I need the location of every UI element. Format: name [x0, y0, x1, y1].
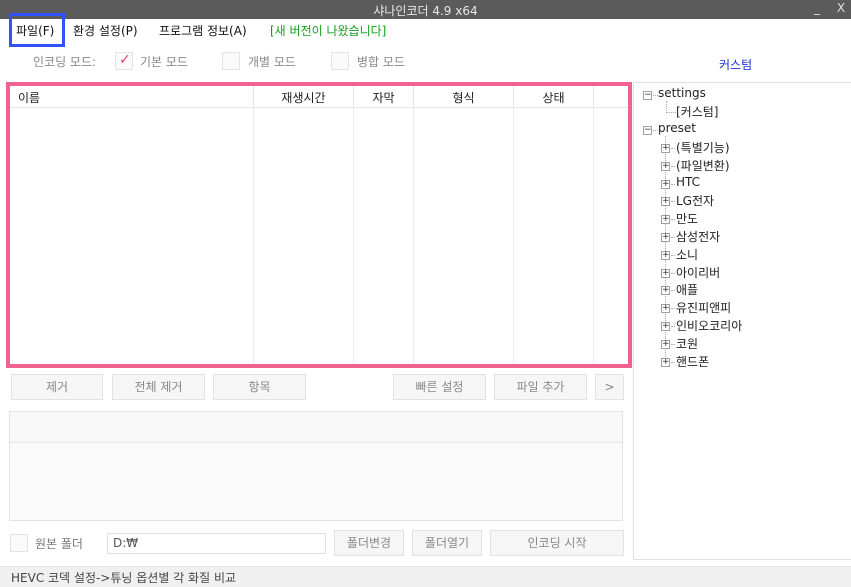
- tree-node-preset-item[interactable]: 애플: [676, 281, 698, 298]
- tree-node-preset-item[interactable]: 인비오코리아: [676, 317, 742, 334]
- merge-mode-checkbox[interactable]: [331, 52, 349, 70]
- column-body-name: [10, 108, 254, 364]
- custom-link[interactable]: 커스텀: [719, 56, 752, 73]
- tree-connector: [671, 201, 675, 203]
- menu-program-info[interactable]: 프로그램 정보(A): [159, 22, 247, 40]
- column-body-subtitle: [354, 108, 414, 364]
- output-path-field[interactable]: D:₩: [107, 533, 326, 554]
- tree-node-preset-item[interactable]: (파일변환): [676, 157, 730, 174]
- quick-settings-button[interactable]: 빠른 설정: [393, 374, 486, 400]
- menu-file[interactable]: 파일(F): [9, 13, 65, 47]
- expand-icon[interactable]: +: [661, 268, 670, 278]
- menu-file-label: 파일(F): [16, 24, 55, 38]
- expand-icon[interactable]: +: [661, 339, 670, 349]
- add-file-button[interactable]: 파일 추가: [494, 374, 587, 400]
- title-bar: 샤나인코더 4.9 x64 _ X: [0, 0, 851, 19]
- expand-icon[interactable]: +: [661, 357, 670, 367]
- preset-tree[interactable]: − settings [커스텀] − preset + (특별기능) + (파일변환)…: [633, 82, 851, 560]
- individual-mode-label: 개별 모드: [248, 55, 296, 69]
- items-button[interactable]: 항목: [213, 374, 306, 400]
- tree-node-settings[interactable]: settings: [658, 86, 706, 100]
- close-button[interactable]: X: [832, 1, 850, 17]
- progress-bar: [10, 412, 622, 443]
- collapse-icon[interactable]: −: [643, 126, 652, 135]
- individual-mode-checkbox[interactable]: [222, 52, 240, 70]
- merge-mode-label: 병합 모드: [357, 55, 405, 69]
- remove-button[interactable]: 제거: [11, 374, 103, 400]
- expand-icon[interactable]: +: [661, 215, 670, 225]
- tree-connector: [671, 272, 675, 274]
- tree-node-preset-item[interactable]: LG전자: [676, 192, 714, 209]
- tree-connector: [671, 290, 675, 292]
- status-text: HEVC 코덱 설정->튜닝 옵션별 각 화질 비교: [11, 571, 237, 585]
- log-area: [9, 411, 623, 521]
- expand-icon[interactable]: +: [661, 179, 670, 189]
- tree-connector: [671, 183, 675, 185]
- menu-environment-settings[interactable]: 환경 설정(P): [73, 22, 138, 40]
- basic-mode-label: 기본 모드: [140, 55, 188, 69]
- menu-bar: 환경 설정(P) 프로그램 정보(A) [새 버전이 나왔습니다]: [0, 19, 851, 43]
- tree-connector: [671, 361, 675, 363]
- column-header-format[interactable]: 형식: [414, 86, 514, 108]
- expand-icon[interactable]: +: [661, 197, 670, 207]
- tree-connector: [671, 326, 675, 327]
- expand-icon[interactable]: +: [661, 286, 670, 296]
- column-body-duration: [254, 108, 354, 364]
- column-header-subtitle[interactable]: 자막: [354, 86, 414, 108]
- change-folder-button[interactable]: 폴더변경: [334, 530, 404, 556]
- basic-mode-checkbox[interactable]: [115, 52, 133, 70]
- tree-node-preset-item[interactable]: 아이리버: [676, 264, 720, 281]
- tree-connector: [671, 343, 675, 345]
- source-folder-label: 원본 폴더: [35, 537, 83, 551]
- more-button[interactable]: >: [595, 374, 624, 400]
- expand-icon[interactable]: +: [661, 233, 670, 242]
- column-header-filler: [594, 86, 628, 108]
- tree-connector: [671, 237, 675, 238]
- expand-icon[interactable]: +: [661, 161, 670, 171]
- column-body-format: [414, 108, 514, 364]
- encoding-mode-label: 인코딩 모드:: [33, 55, 97, 69]
- tree-node-preset-item[interactable]: 코원: [676, 335, 698, 352]
- tree-node-preset[interactable]: preset: [658, 121, 696, 135]
- tree-connector: [671, 165, 675, 167]
- new-version-notice[interactable]: [새 버전이 나왔습니다]: [270, 22, 386, 40]
- tree-connector: [666, 112, 676, 113]
- window-title: 샤나인코더 4.9 x64: [373, 4, 478, 18]
- collapse-icon[interactable]: −: [643, 91, 652, 100]
- column-header-duration[interactable]: 재생시간: [254, 86, 354, 108]
- start-encoding-button[interactable]: 인코딩 시작: [490, 530, 624, 556]
- expand-icon[interactable]: +: [661, 144, 670, 153]
- tree-node-preset-item[interactable]: HTC: [676, 175, 700, 189]
- status-bar: HEVC 코덱 설정->튜닝 옵션별 각 화질 비교: [0, 566, 851, 587]
- expand-icon[interactable]: +: [661, 250, 670, 260]
- tree-node-preset-item[interactable]: 소니: [676, 246, 698, 263]
- tree-node-custom[interactable]: [커스텀]: [676, 103, 718, 120]
- tree-connector: [671, 308, 675, 310]
- minimize-button[interactable]: _: [808, 1, 826, 17]
- open-folder-button[interactable]: 폴더열기: [412, 530, 482, 556]
- tree-node-preset-item[interactable]: (특별기능): [676, 139, 730, 156]
- column-header-name[interactable]: 이름: [10, 86, 254, 108]
- tree-connector: [671, 254, 675, 256]
- tree-node-preset-item[interactable]: 삼성전자: [676, 228, 720, 245]
- tree-node-preset-item[interactable]: 만도: [676, 210, 698, 227]
- file-list[interactable]: 이름 재생시간 자막 형식 상태: [6, 82, 632, 368]
- column-body-status: [514, 108, 594, 364]
- tree-connector: [671, 148, 675, 149]
- tree-connector: [671, 219, 675, 221]
- tree-node-preset-item[interactable]: 유진피앤피: [676, 299, 731, 316]
- encoding-mode-row: 인코딩 모드: 기본 모드 개별 모드 병합 모드: [0, 50, 630, 72]
- tree-node-preset-item[interactable]: 핸드폰: [676, 353, 709, 370]
- expand-icon[interactable]: +: [661, 322, 670, 331]
- source-folder-checkbox[interactable]: [10, 534, 28, 552]
- expand-icon[interactable]: +: [661, 304, 670, 314]
- remove-all-button[interactable]: 전체 제거: [112, 374, 205, 400]
- column-header-status[interactable]: 상태: [514, 86, 594, 108]
